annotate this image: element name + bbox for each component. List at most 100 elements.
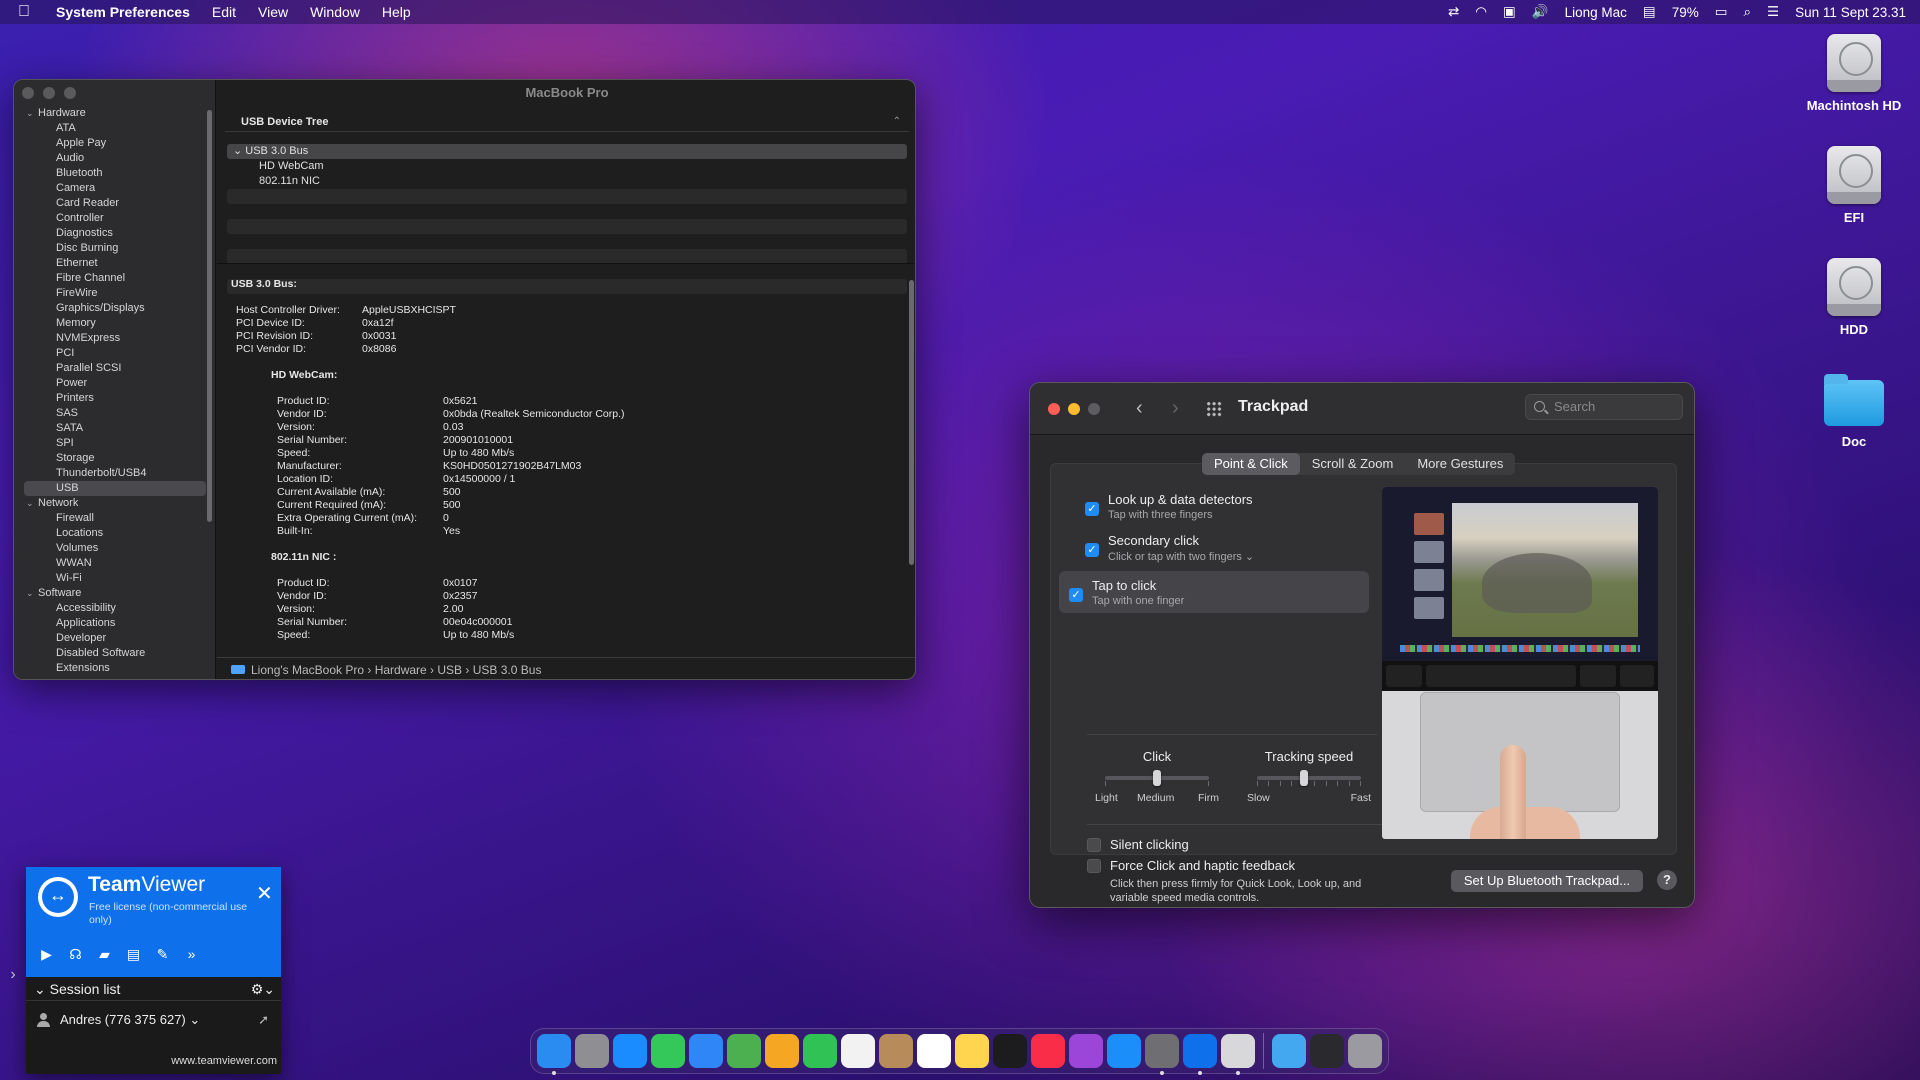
sidebar-item-usb[interactable]: USB xyxy=(24,481,206,496)
calendar-dock-icon[interactable] xyxy=(841,1034,875,1068)
sidebar-item-apple-pay[interactable]: Apple Pay xyxy=(14,136,214,151)
back-chevron-icon[interactable]: ‹ xyxy=(1136,397,1143,420)
zoom-window-button[interactable] xyxy=(64,87,76,99)
music-dock-icon[interactable] xyxy=(1031,1034,1065,1068)
notes-dock-icon[interactable] xyxy=(955,1034,989,1068)
teamviewer-dock-icon[interactable] xyxy=(1183,1034,1217,1075)
battery-percent[interactable]: 79% xyxy=(1672,5,1699,20)
wifi-icon[interactable]: ◠ xyxy=(1475,4,1487,20)
sidebar-category-software[interactable]: ⌄ Software xyxy=(14,586,214,601)
option-tap-to-click[interactable]: ✓ Tap to click Tap with one finger xyxy=(1059,571,1369,613)
teamviewer-status-icon[interactable]: ⇄ xyxy=(1448,4,1459,20)
trash-dock-icon[interactable] xyxy=(1348,1034,1382,1068)
sidebar-item-pci[interactable]: PCI xyxy=(14,346,214,361)
close-icon[interactable]: ✕ xyxy=(256,881,273,906)
sidebar-item-storage[interactable]: Storage xyxy=(14,451,214,466)
sidebar-item-ethernet[interactable]: Ethernet xyxy=(14,256,214,271)
finder-dock-icon[interactable] xyxy=(537,1034,571,1075)
control-center-icon[interactable]: ☰ xyxy=(1767,4,1779,20)
pane-splitter[interactable] xyxy=(217,263,915,267)
sidebar-item-power[interactable]: Power xyxy=(14,376,214,391)
sidebar-item-printers[interactable]: Printers xyxy=(14,391,214,406)
sidebar-category-hardware[interactable]: ⌄ Hardware xyxy=(14,106,214,121)
screen-dock-icon[interactable] xyxy=(1310,1034,1344,1068)
podcasts-dock-icon[interactable] xyxy=(1069,1034,1103,1068)
chevron-down-icon[interactable]: ⌄ xyxy=(26,496,38,511)
tracking-speed-knob[interactable] xyxy=(1299,770,1308,786)
click-slider[interactable] xyxy=(1105,770,1209,786)
menu-user[interactable]: Liong Mac xyxy=(1565,5,1627,20)
sidebar-item-card-reader[interactable]: Card Reader xyxy=(14,196,214,211)
path-component[interactable]: Liong's MacBook Pro xyxy=(251,663,364,677)
usb-tree-row[interactable]: HD WebCam xyxy=(227,159,907,174)
headset-icon[interactable]: ☊ xyxy=(67,946,84,963)
sidebar-item-disabled-software[interactable]: Disabled Software xyxy=(14,646,214,661)
volume-icon[interactable]: 🔊 xyxy=(1532,4,1549,20)
messages-dock-icon[interactable] xyxy=(651,1034,685,1068)
reminders-dock-icon[interactable] xyxy=(917,1034,951,1068)
session-contact-row[interactable]: Andres (776 375 627) ⌄ ➚ xyxy=(26,1005,281,1035)
sidebar-item-bluetooth[interactable]: Bluetooth xyxy=(14,166,214,181)
files-icon[interactable]: ▤ xyxy=(125,946,142,963)
launchpad-dock-icon[interactable] xyxy=(575,1034,609,1068)
option-silent-clicking[interactable]: Silent clicking xyxy=(1087,837,1387,852)
show-all-grid-icon[interactable] xyxy=(1206,401,1222,417)
desktop-icon-machintosh-hd[interactable]: Machintosh HD xyxy=(1789,34,1919,113)
forward-chevron-icon[interactable]: › xyxy=(1172,397,1179,420)
sidebar-item-wwan[interactable]: WWAN xyxy=(14,556,214,571)
close-window-button[interactable] xyxy=(22,87,34,99)
option-look-up-data-detectors[interactable]: ✓ Look up & data detectors Tap with three … xyxy=(1085,492,1397,521)
tab-scroll-zoom[interactable]: Scroll & Zoom xyxy=(1300,453,1406,475)
minimize-window-button[interactable] xyxy=(43,87,55,99)
path-component[interactable]: USB xyxy=(437,663,462,677)
sidebar-item-accessibility[interactable]: Accessibility xyxy=(14,601,214,616)
sidebar-item-applications[interactable]: Applications xyxy=(14,616,214,631)
menu-clock[interactable]: Sun 11 Sept 23.31 xyxy=(1795,5,1906,20)
checkbox[interactable]: ✓ xyxy=(1085,543,1099,557)
maps-dock-icon[interactable] xyxy=(727,1034,761,1068)
photos-dock-icon[interactable] xyxy=(765,1034,799,1068)
path-component[interactable]: Hardware xyxy=(375,663,427,677)
sidebar-item-parallel-scsi[interactable]: Parallel SCSI xyxy=(14,361,214,376)
checkbox[interactable]: ✓ xyxy=(1069,588,1083,602)
teamviewer-url-link[interactable]: www.teamviewer.com xyxy=(171,1055,277,1067)
desktop-icon-hdd[interactable]: HDD xyxy=(1789,258,1919,337)
option-force-click-and-haptic-feedback[interactable]: Force Click and haptic feedback Click the… xyxy=(1087,858,1387,905)
tracking-speed-slider[interactable] xyxy=(1257,770,1361,786)
battery-icon[interactable]: ▭ xyxy=(1715,4,1728,20)
option-secondary-click[interactable]: ✓ Secondary click Click or tap with two fi… xyxy=(1085,533,1397,563)
sidebar-item-camera[interactable]: Camera xyxy=(14,181,214,196)
more-chevrons-icon[interactable]: » xyxy=(183,946,200,963)
downloads-dock-icon[interactable] xyxy=(1272,1034,1306,1068)
gear-icon[interactable]: ⚙⌄ xyxy=(251,977,275,1001)
usb-tree-header[interactable]: USB Device Tree ⌃ xyxy=(225,112,909,132)
teamviewer-expand-chevron-icon[interactable]: › xyxy=(0,960,26,990)
click-slider-knob[interactable] xyxy=(1153,770,1161,786)
mail-dock-icon[interactable] xyxy=(689,1034,723,1068)
sidebar-item-thunderbolt-usb4[interactable]: Thunderbolt/USB4 xyxy=(14,466,214,481)
chevron-down-icon[interactable]: ⌄ xyxy=(233,145,245,157)
sidebar-item-sata[interactable]: SATA xyxy=(14,421,214,436)
sidebar-item-diagnostics[interactable]: Diagnostics xyxy=(14,226,214,241)
search-input[interactable]: Search xyxy=(1525,394,1683,420)
desktop-icon-efi[interactable]: EFI xyxy=(1789,146,1919,225)
minimize-window-button[interactable] xyxy=(1068,403,1080,415)
sidebar-item-nvmexpress[interactable]: NVMExpress xyxy=(14,331,214,346)
tv-dock-icon[interactable] xyxy=(993,1034,1027,1068)
sidebar-item-spi[interactable]: SPI xyxy=(14,436,214,451)
desktop-icon-doc[interactable]: Doc xyxy=(1789,374,1919,449)
sidebar-item-developer[interactable]: Developer xyxy=(14,631,214,646)
chat-icon[interactable]: ▰ xyxy=(96,946,113,963)
sidebar-item-sas[interactable]: SAS xyxy=(14,406,214,421)
facetime-dock-icon[interactable] xyxy=(803,1034,837,1068)
checkbox[interactable] xyxy=(1087,859,1101,873)
usb-tree-row[interactable]: ⌄ USB 3.0 Bus xyxy=(227,144,907,159)
spotlight-search-icon[interactable]: ⌕ xyxy=(1743,4,1751,20)
apple-menu-icon[interactable]:  xyxy=(18,3,34,21)
menu-edit[interactable]: Edit xyxy=(212,4,236,20)
video-call-icon[interactable]: ▶ xyxy=(38,946,55,963)
sidebar-item-extensions[interactable]: Extensions xyxy=(14,661,214,676)
sidebar-item-firewire[interactable]: FireWire xyxy=(14,286,214,301)
sidebar-item-volumes[interactable]: Volumes xyxy=(14,541,214,556)
detail-scrollbar[interactable] xyxy=(909,280,914,565)
